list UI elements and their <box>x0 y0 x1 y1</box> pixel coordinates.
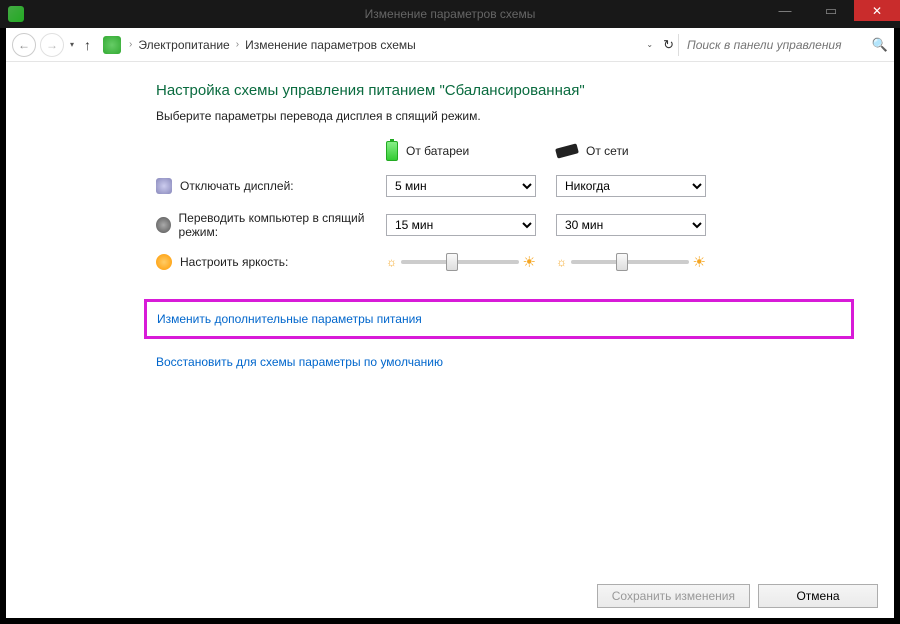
page-title: Настройка схемы управления питанием "Сба… <box>156 82 854 99</box>
sleep-icon <box>156 217 171 233</box>
sleep-battery-select[interactable]: 1 мин2 мин3 мин5 мин10 мин15 мин20 мин25… <box>386 214 536 236</box>
display-off-battery-select[interactable]: 1 мин2 мин3 мин5 мин10 мин15 мин20 мин25… <box>386 175 536 197</box>
sun-big-icon: ☀ <box>693 253 706 271</box>
chevron-right-icon: › <box>236 39 239 50</box>
brightness-icon <box>156 254 172 270</box>
up-button[interactable]: ↑ <box>84 37 91 53</box>
column-header-ac: От сети <box>556 141 706 161</box>
titlebar: Изменение параметров схемы — ▭ ✕ <box>0 0 900 28</box>
maximize-button[interactable]: ▭ <box>808 0 854 21</box>
row-brightness: Настроить яркость: ☼ ☀ ☼ ☀ <box>156 253 854 271</box>
app-icon <box>8 6 24 22</box>
plug-icon <box>555 143 579 158</box>
minimize-button[interactable]: — <box>762 0 808 21</box>
page-subtitle: Выберите параметры перевода дисплея в сп… <box>156 109 854 123</box>
close-button[interactable]: ✕ <box>854 0 900 21</box>
chevron-right-icon: › <box>129 39 132 50</box>
highlight-box: Изменить дополнительные параметры питани… <box>144 299 854 339</box>
breadcrumb[interactable]: › Электропитание › Изменение параметров … <box>129 37 674 53</box>
brightness-ac-slider[interactable]: ☼ ☀ <box>556 253 706 271</box>
breadcrumb-item[interactable]: Изменение параметров схемы <box>245 38 416 52</box>
power-options-icon <box>103 36 121 54</box>
search-box[interactable]: 🔍 <box>678 34 888 56</box>
cancel-button[interactable]: Отмена <box>758 584 878 608</box>
footer-buttons: Сохранить изменения Отмена <box>6 574 894 618</box>
monitor-icon <box>156 178 172 194</box>
forward-button[interactable]: → <box>40 33 64 57</box>
advanced-power-settings-link[interactable]: Изменить дополнительные параметры питани… <box>157 312 422 326</box>
battery-icon <box>386 141 398 161</box>
history-dropdown-icon[interactable]: ▾ <box>70 40 74 49</box>
breadcrumb-item[interactable]: Электропитание <box>138 38 229 52</box>
sun-small-icon: ☼ <box>386 255 397 269</box>
window-title: Изменение параметров схемы <box>365 7 536 21</box>
refresh-button[interactable]: ↻ <box>663 37 674 53</box>
restore-defaults-link[interactable]: Восстановить для схемы параметры по умол… <box>156 355 443 369</box>
search-input[interactable] <box>687 38 866 52</box>
save-button[interactable]: Сохранить изменения <box>597 584 750 608</box>
sun-big-icon: ☀ <box>523 253 536 271</box>
chevron-down-icon[interactable]: ⌄ <box>646 40 653 49</box>
brightness-battery-slider[interactable]: ☼ ☀ <box>386 253 536 271</box>
back-button[interactable]: ← <box>12 33 36 57</box>
sleep-ac-select[interactable]: 1 мин2 мин3 мин5 мин10 мин15 мин20 мин25… <box>556 214 706 236</box>
row-display-off: Отключать дисплей: 1 мин2 мин3 мин5 мин1… <box>156 175 854 197</box>
sun-small-icon: ☼ <box>556 255 567 269</box>
display-off-ac-select[interactable]: 1 мин2 мин3 мин5 мин10 мин15 мин20 мин25… <box>556 175 706 197</box>
search-icon[interactable]: 🔍 <box>872 37 888 53</box>
navigation-bar: ← → ▾ ↑ › Электропитание › Изменение пар… <box>6 28 894 62</box>
row-sleep: Переводить компьютер в спящий режим: 1 м… <box>156 211 854 239</box>
column-header-battery: От батареи <box>386 141 536 161</box>
